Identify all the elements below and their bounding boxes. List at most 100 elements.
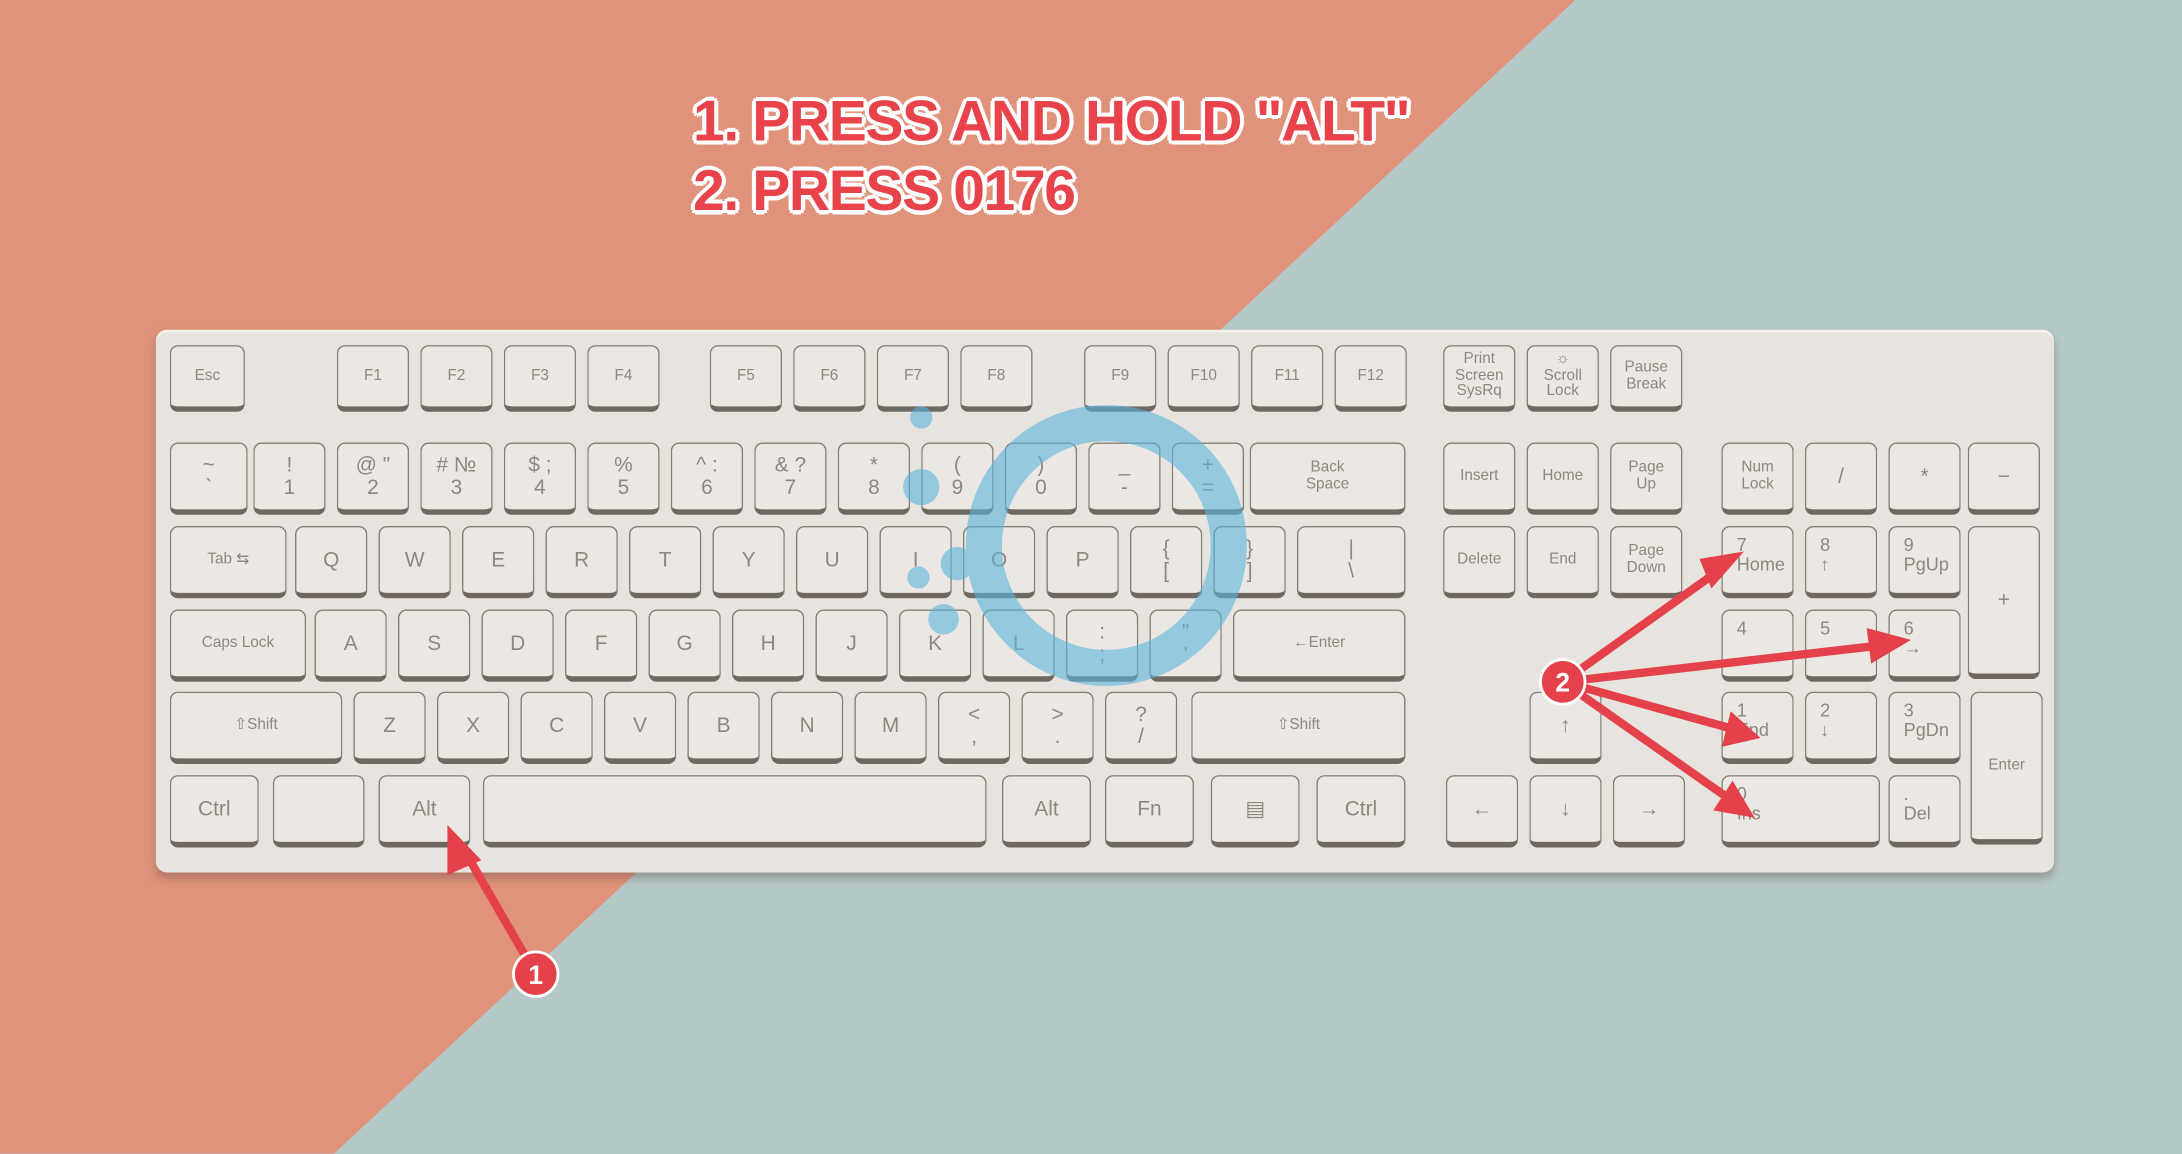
key-1-end[interactable]: 1 End — [1721, 691, 1794, 764]
key-caps-lock[interactable]: Caps Lock — [169, 609, 307, 682]
key-p[interactable]: P — [1046, 526, 1119, 599]
key-g[interactable]: G — [648, 609, 721, 682]
key-blank[interactable]: + = — [1171, 442, 1245, 515]
key-f11[interactable]: F11 — [1251, 345, 1324, 412]
key-print-screen-sysrq[interactable]: Print Screen SysRq — [1443, 345, 1516, 412]
key-blank[interactable]: * — [1888, 442, 1961, 515]
key-blank[interactable]: _ - — [1088, 442, 1161, 515]
key-w[interactable]: W — [378, 526, 451, 599]
key-2[interactable]: @ " 2 — [336, 442, 410, 515]
key-j[interactable]: J — [815, 609, 888, 682]
key-alt[interactable]: Alt — [378, 775, 471, 848]
key-blank[interactable]: ← — [1445, 775, 1519, 848]
key-f5[interactable]: F5 — [709, 345, 783, 412]
key-end[interactable]: End — [1526, 526, 1599, 599]
key-q[interactable]: Q — [295, 526, 368, 599]
key-s[interactable]: S — [397, 609, 471, 682]
key-blank[interactable]: → — [1612, 775, 1686, 848]
key-blank[interactable]: " ' — [1149, 609, 1222, 682]
key-x[interactable]: X — [436, 691, 510, 764]
key-f4[interactable]: F4 — [587, 345, 660, 412]
key-f7[interactable]: F7 — [876, 345, 950, 412]
key-blank[interactable]: − — [1967, 442, 2041, 515]
key-blank[interactable]: > . — [1021, 691, 1094, 764]
key-ctrl[interactable]: Ctrl — [1316, 775, 1406, 848]
key-z[interactable]: Z — [353, 691, 426, 764]
key-blank[interactable] — [272, 775, 365, 848]
key-shift[interactable]: ⇧Shift — [169, 691, 343, 764]
key-4[interactable]: 4 — [1721, 609, 1794, 682]
key-5[interactable]: % 5 — [587, 442, 660, 515]
key-o[interactable]: O — [962, 526, 1036, 599]
key-k[interactable]: K — [898, 609, 972, 682]
key-f[interactable]: F — [564, 609, 638, 682]
key-m[interactable]: M — [854, 691, 927, 764]
key-7[interactable]: & ? 7 — [754, 442, 827, 515]
key-space[interactable] — [482, 775, 987, 848]
key-del[interactable]: . Del — [1888, 775, 1961, 848]
key-b[interactable]: B — [687, 691, 760, 764]
key-9-pgup[interactable]: 9 PgUp — [1888, 526, 1961, 599]
key-blank[interactable]: / — [1804, 442, 1878, 515]
key-h[interactable]: H — [731, 609, 805, 682]
key-blank[interactable]: ▤ — [1210, 775, 1300, 848]
key-8[interactable]: 8 ↑ — [1804, 526, 1878, 599]
key-blank[interactable]: } ] — [1213, 526, 1286, 599]
key-7-home[interactable]: 7 Home — [1721, 526, 1794, 599]
key-2[interactable]: 2 ↓ — [1804, 691, 1878, 764]
key-blank[interactable]: ? / — [1104, 691, 1178, 764]
key-blank[interactable]: ↑ — [1529, 691, 1602, 764]
key-y[interactable]: Y — [712, 526, 785, 599]
key-blank[interactable]: < , — [937, 691, 1011, 764]
key-8[interactable]: * 8 — [837, 442, 911, 515]
key-blank[interactable]: : ; — [1065, 609, 1139, 682]
key-f6[interactable]: F6 — [793, 345, 866, 412]
key-f9[interactable]: F9 — [1084, 345, 1157, 412]
key-0-ins[interactable]: 0 Ins — [1721, 775, 1881, 848]
key-f3[interactable]: F3 — [503, 345, 577, 412]
key-home[interactable]: Home — [1526, 442, 1599, 515]
key-4[interactable]: $ ; 4 — [503, 442, 577, 515]
key-alt[interactable]: Alt — [1001, 775, 1091, 848]
key-num-lock[interactable]: Num Lock — [1721, 442, 1794, 515]
key-5[interactable]: 5 — [1804, 609, 1878, 682]
key-6[interactable]: 6 → — [1888, 609, 1961, 682]
key-blank[interactable]: | \ — [1296, 526, 1406, 599]
key-back-space[interactable]: Back Space — [1249, 442, 1406, 515]
key-blank[interactable]: { [ — [1129, 526, 1203, 599]
key-enter[interactable]: ←Enter — [1232, 609, 1406, 682]
key-c[interactable]: C — [520, 691, 593, 764]
key-a[interactable]: A — [314, 609, 387, 682]
key-f2[interactable]: F2 — [420, 345, 493, 412]
key-blank[interactable]: + — [1967, 526, 2041, 680]
key-esc[interactable]: Esc — [169, 345, 245, 412]
key-f1[interactable]: F1 — [336, 345, 410, 412]
key-enter[interactable]: Enter — [1970, 691, 2043, 845]
key-insert[interactable]: Insert — [1443, 442, 1516, 515]
key-v[interactable]: V — [603, 691, 677, 764]
key-3[interactable]: # № 3 — [420, 442, 493, 515]
key-fn[interactable]: Fn — [1104, 775, 1194, 848]
key-page-down[interactable]: Page Down — [1610, 526, 1683, 599]
key-blank[interactable]: ~ ` — [169, 442, 248, 515]
key-l[interactable]: L — [982, 609, 1055, 682]
key-scroll-lock[interactable]: ☼ Scroll Lock — [1526, 345, 1599, 412]
key-pause-break[interactable]: Pause Break — [1610, 345, 1683, 412]
key-e[interactable]: E — [462, 526, 535, 599]
key-tab[interactable]: Tab ⇆ — [169, 526, 287, 599]
key-1[interactable]: ! 1 — [253, 442, 326, 515]
key-f10[interactable]: F10 — [1167, 345, 1240, 412]
key-3-pgdn[interactable]: 3 PgDn — [1888, 691, 1961, 764]
key-6[interactable]: ^ : 6 — [670, 442, 744, 515]
key-f12[interactable]: F12 — [1334, 345, 1407, 412]
key-t[interactable]: T — [628, 526, 702, 599]
key-f8[interactable]: F8 — [960, 345, 1033, 412]
key-u[interactable]: U — [795, 526, 869, 599]
key-blank[interactable]: ↓ — [1529, 775, 1602, 848]
key-9[interactable]: ( 9 — [921, 442, 994, 515]
key-page-up[interactable]: Page Up — [1610, 442, 1683, 515]
key-r[interactable]: R — [545, 526, 618, 599]
key-i[interactable]: I — [879, 526, 952, 599]
key-ctrl[interactable]: Ctrl — [169, 775, 259, 848]
key-shift[interactable]: ⇧Shift — [1191, 691, 1406, 764]
